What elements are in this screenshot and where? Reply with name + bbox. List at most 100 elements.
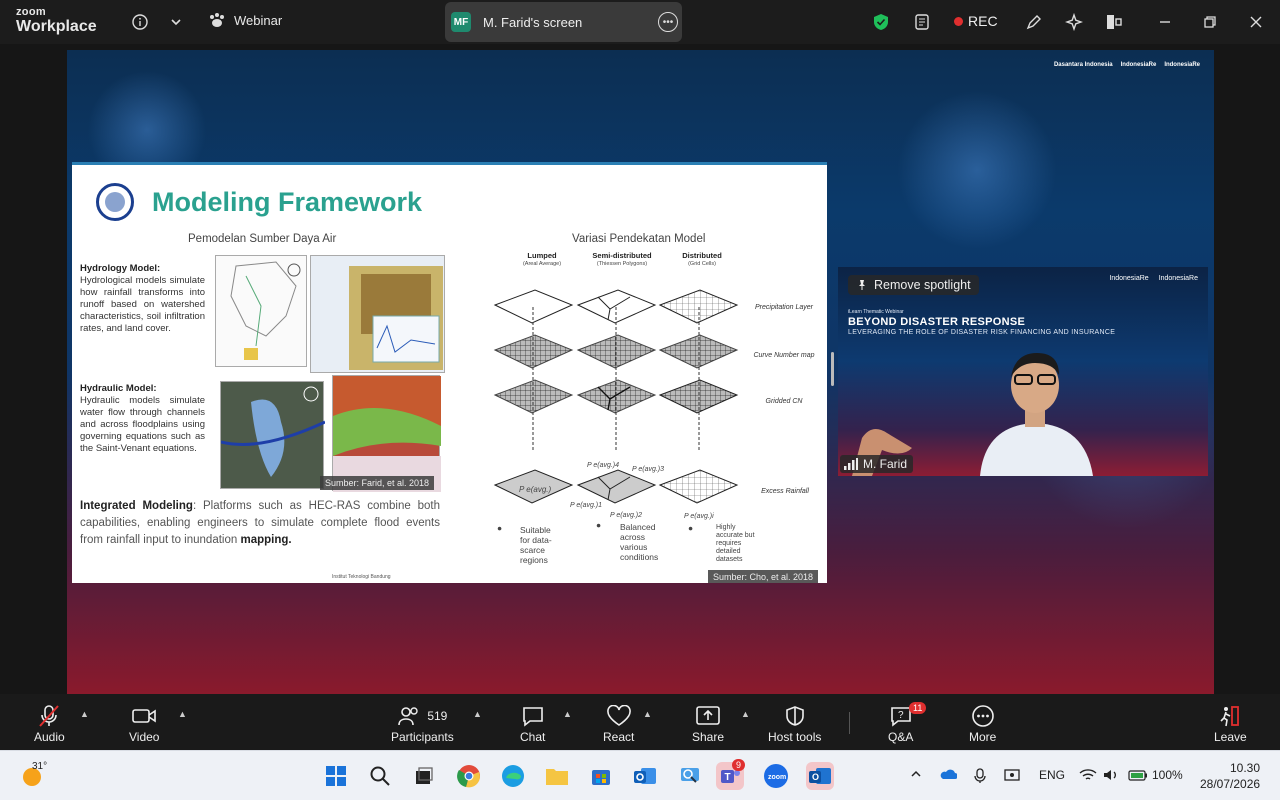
pin-icon xyxy=(859,280,865,290)
notes-icon[interactable] xyxy=(912,12,932,32)
chrome-icon xyxy=(457,765,480,788)
audio-options-caret-icon[interactable]: ▲ xyxy=(80,709,89,719)
chat-icon xyxy=(522,707,543,727)
remove-spotlight-button[interactable]: Remove spotlight xyxy=(848,275,979,295)
paw-icon xyxy=(210,13,224,27)
integrated-block: Integrated Modeling: Platforms such as H… xyxy=(80,498,440,549)
participants-caret-icon[interactable]: ▲ xyxy=(473,709,482,719)
note-lumped: Suitable for data-scarce regions xyxy=(520,525,552,565)
more-button[interactable]: More xyxy=(969,704,996,744)
task-view-icon xyxy=(416,767,433,784)
battery-indicator[interactable]: 100% xyxy=(1128,768,1183,782)
recording-label: REC xyxy=(968,13,998,29)
hydraulic-title: Hydraulic Model: xyxy=(80,383,157,394)
leave-label: Leave xyxy=(1214,730,1247,744)
chrome-taskbar-button[interactable] xyxy=(455,762,483,790)
audio-label: Audio xyxy=(34,730,65,744)
microphone-tray-icon[interactable] xyxy=(973,768,987,787)
participants-label: Participants xyxy=(391,730,454,744)
show-hidden-icons[interactable] xyxy=(910,768,922,783)
share-label: Share xyxy=(692,730,725,744)
remote-app-button[interactable] xyxy=(676,762,704,790)
chevron-up-icon xyxy=(911,770,921,777)
windows-icon xyxy=(326,766,346,786)
shared-slide: Modeling Framework Pemodelan Sumber Daya… xyxy=(72,162,827,583)
react-caret-icon[interactable]: ▲ xyxy=(643,709,652,719)
info-icon[interactable] xyxy=(130,12,150,32)
outlook-taskbar-button[interactable]: O xyxy=(806,762,834,790)
annotate-icon[interactable] xyxy=(1024,12,1044,32)
wifi-icon[interactable] xyxy=(1079,768,1097,785)
hydrology-model-image xyxy=(310,255,445,373)
hydrology-block: Hydrology Model: Hydrological models sim… xyxy=(80,263,205,335)
webinar-title: BEYOND DISASTER RESPONSE xyxy=(848,316,1026,328)
p-label-3: P e(avg.)3 xyxy=(632,466,665,473)
react-button[interactable]: React xyxy=(603,704,634,744)
slide-title: Modeling Framework xyxy=(152,187,423,217)
remote-icon xyxy=(681,768,699,783)
webinar-indicator[interactable]: Webinar xyxy=(208,12,282,28)
participants-button[interactable]: 519 Participants xyxy=(391,704,454,744)
share-caret-icon[interactable]: ▲ xyxy=(741,709,750,719)
ai-companion-icon[interactable] xyxy=(1064,12,1084,32)
column-distributed: Distributed xyxy=(682,251,722,260)
meeting-type-label: Webinar xyxy=(234,12,283,28)
layer-excess-rainfall: Excess Rainfall xyxy=(761,488,809,495)
host-tools-button[interactable]: Host tools xyxy=(768,704,821,744)
folder-icon xyxy=(546,769,568,785)
store-icon xyxy=(592,770,610,785)
store-button[interactable] xyxy=(587,762,615,790)
bullet-icon: ● xyxy=(497,523,503,533)
chevron-down-icon[interactable] xyxy=(166,12,186,32)
tile-logo-b: IndonesiaRe xyxy=(1158,275,1198,282)
spotlight-label: Remove spotlight xyxy=(874,278,971,292)
task-view-button[interactable] xyxy=(410,762,438,790)
language-indicator[interactable]: ENG xyxy=(1039,768,1065,782)
windows-taskbar: 31° T 9 zoom O ENG 100% 10.30 28/07/2026 xyxy=(0,750,1280,800)
minimize-icon[interactable] xyxy=(1155,12,1175,32)
video-options-caret-icon[interactable]: ▲ xyxy=(178,709,187,719)
volume-icon[interactable] xyxy=(1103,768,1119,785)
layout-view-icon[interactable] xyxy=(1104,12,1124,32)
zoom-taskbar-button[interactable]: zoom xyxy=(762,762,790,790)
video-camera-icon xyxy=(132,709,157,723)
leave-button[interactable]: Leave xyxy=(1214,704,1247,744)
weather-widget[interactable]: 31° xyxy=(20,761,47,789)
recording-indicator[interactable]: REC xyxy=(954,13,998,29)
search-taskbar-button[interactable] xyxy=(366,762,394,790)
video-button[interactable]: Video xyxy=(129,704,159,744)
record-dot-icon xyxy=(954,16,963,26)
outlook-new-button[interactable] xyxy=(631,762,659,790)
onedrive-icon[interactable] xyxy=(939,768,958,783)
battery-icon xyxy=(1128,770,1147,781)
close-icon[interactable] xyxy=(1246,12,1266,32)
restore-icon[interactable] xyxy=(1200,12,1220,32)
chat-caret-icon[interactable]: ▲ xyxy=(563,709,572,719)
outlook-classic-icon: O xyxy=(809,768,831,784)
battery-percent: 100% xyxy=(1152,768,1183,782)
audio-button[interactable]: Audio xyxy=(34,704,65,744)
video-label: Video xyxy=(129,730,160,744)
screen-share-pill[interactable]: MF M. Farid's screen ••• xyxy=(445,2,682,42)
p-label-lumped: P e(avg.) xyxy=(519,485,552,494)
layer-precipitation: Precipitation Layer xyxy=(755,304,813,311)
background-logos: Dasantara Indonesia IndonesiaRe Indonesi… xyxy=(1054,62,1200,68)
hydraulic-block: Hydraulic Model: Hydraulic models simula… xyxy=(80,383,205,455)
svg-text:O: O xyxy=(812,772,819,782)
qa-label: Q&A xyxy=(888,730,914,744)
file-explorer-button[interactable] xyxy=(543,762,571,790)
hydraulic-text: Hydraulic models simulate water flow thr… xyxy=(80,395,205,454)
integrated-title: Integrated Modeling xyxy=(80,500,193,512)
chat-button[interactable]: Chat xyxy=(520,704,545,744)
share-button[interactable]: Share xyxy=(692,704,724,744)
shield-icon[interactable] xyxy=(871,12,891,32)
edge-taskbar-button[interactable] xyxy=(499,762,527,790)
split-resize-handle[interactable] xyxy=(831,352,834,386)
clock[interactable]: 10.30 28/07/2026 xyxy=(1200,760,1260,792)
more-options-icon[interactable]: ••• xyxy=(658,12,678,32)
location-tray-icon[interactable] xyxy=(1004,768,1020,785)
start-button[interactable] xyxy=(322,762,350,790)
note-semi: Balanced across various conditions xyxy=(620,522,659,562)
toolbar-divider xyxy=(849,712,850,734)
participants-icon xyxy=(398,707,419,726)
